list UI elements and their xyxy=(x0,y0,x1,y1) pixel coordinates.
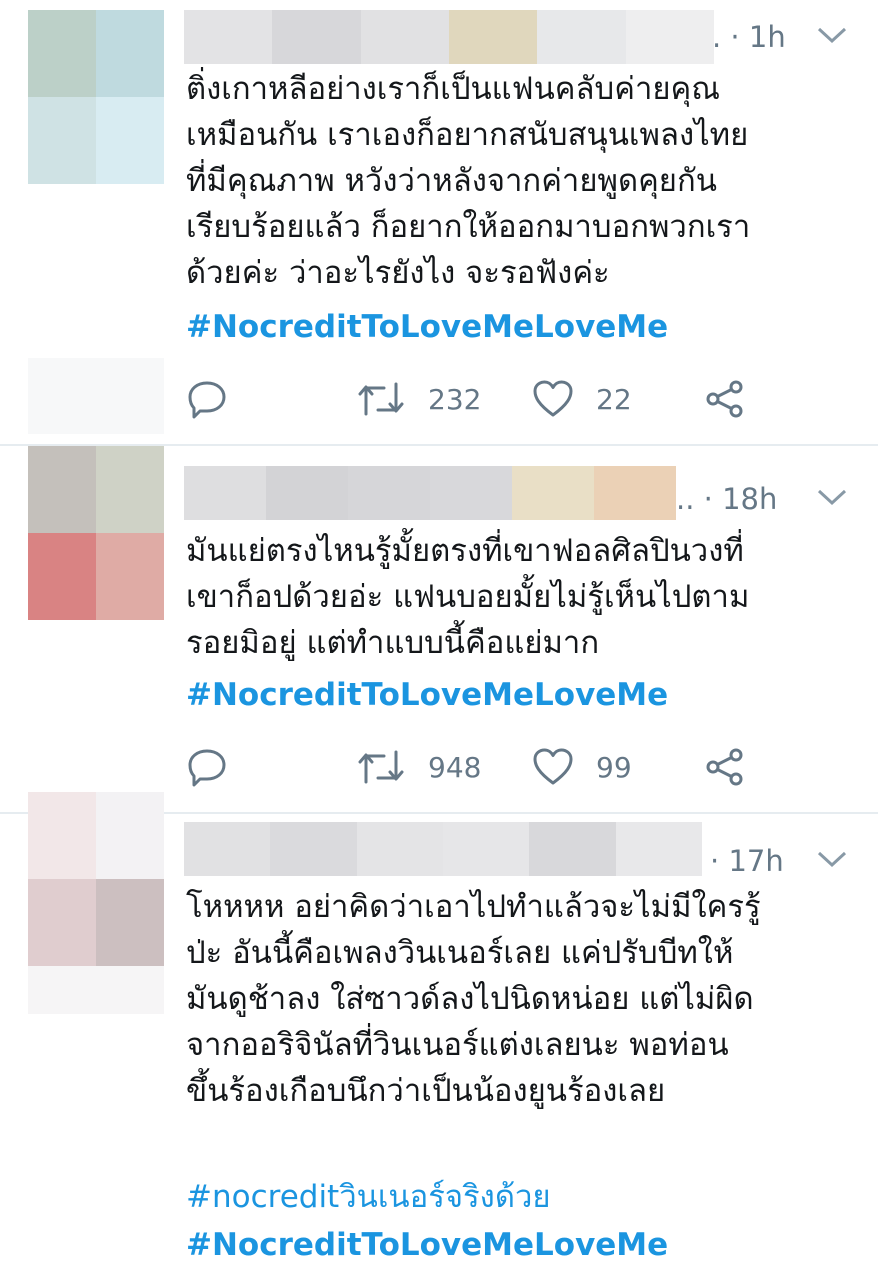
retweet-icon xyxy=(358,382,404,416)
reply-icon xyxy=(188,381,226,419)
chevron-down-icon[interactable] xyxy=(815,486,849,508)
retweet-button[interactable]: 232 xyxy=(356,374,481,424)
reply-button[interactable] xyxy=(186,374,228,424)
like-button[interactable]: 22 xyxy=(532,374,632,424)
tweet-text: โหหหห อย่าคิดว่าเอาไปทำแล้วจะไม่มีใครรู้… xyxy=(186,889,761,1109)
tweet-1[interactable]: . · 1h ติ่งเกาหลีอย่างเราก็เป็นแฟนคลับค่… xyxy=(0,0,878,444)
tweet-timestamp[interactable]: . · 1h xyxy=(712,20,786,54)
like-count: 99 xyxy=(596,750,632,784)
hashtag-link[interactable]: #NocreditToLoveMeLoveMe xyxy=(186,672,856,718)
retweet-count: 948 xyxy=(428,750,482,784)
tweet-text: ติ่งเกาหลีอย่างเราก็เป็นแฟนคลับค่ายคุณ เ… xyxy=(186,71,751,291)
avatar-blurred[interactable] xyxy=(28,792,164,966)
share-icon xyxy=(706,380,743,418)
share-icon xyxy=(706,748,743,786)
reply-button[interactable] xyxy=(186,742,228,792)
hashtag-link[interactable]: #NocreditToLoveMeLoveMe xyxy=(186,1222,856,1268)
tweet-3[interactable]: · 17h โหหหห อย่าคิดว่าเอาไปทำแล้วจะไม่มี… xyxy=(0,792,878,1280)
chevron-down-icon[interactable] xyxy=(815,24,849,46)
like-count: 22 xyxy=(596,382,632,416)
hashtag-link[interactable]: #nocreditวินเนอร์จริงด้วย xyxy=(186,1174,856,1220)
reply-icon xyxy=(188,749,226,787)
tweet-actions: 948 99 xyxy=(186,742,756,792)
share-button[interactable] xyxy=(704,742,746,792)
retweet-icon xyxy=(358,750,404,784)
avatar-blurred[interactable] xyxy=(28,446,164,620)
avatar-blurred[interactable] xyxy=(28,10,164,184)
share-button[interactable] xyxy=(704,374,746,424)
tweet-actions: 232 22 xyxy=(186,374,756,424)
tweet-text: มันแย่ตรงไหนรู้มั้ยตรงที่เขาฟอลศิลปินวงท… xyxy=(186,533,750,661)
username-redacted xyxy=(184,10,714,64)
avatar-blur-remnant xyxy=(28,358,164,434)
tweet-2[interactable]: .. · 18h มันแย่ตรงไหนรู้มั้ยตรงที่เขาฟอล… xyxy=(0,446,878,812)
heart-icon xyxy=(533,748,573,785)
avatar-blur-remnant xyxy=(28,966,164,1014)
like-button[interactable]: 99 xyxy=(532,742,632,792)
hashtag-link[interactable]: #NocreditToLoveMeLoveMe xyxy=(186,304,856,350)
username-redacted xyxy=(184,466,676,520)
tweet-timestamp[interactable]: · 17h xyxy=(710,844,784,878)
retweet-count: 232 xyxy=(428,382,482,416)
heart-icon xyxy=(533,380,573,417)
chevron-down-icon[interactable] xyxy=(815,848,849,870)
username-redacted xyxy=(184,822,702,876)
retweet-button[interactable]: 948 xyxy=(356,742,481,792)
tweet-timestamp[interactable]: .. · 18h xyxy=(676,482,777,516)
